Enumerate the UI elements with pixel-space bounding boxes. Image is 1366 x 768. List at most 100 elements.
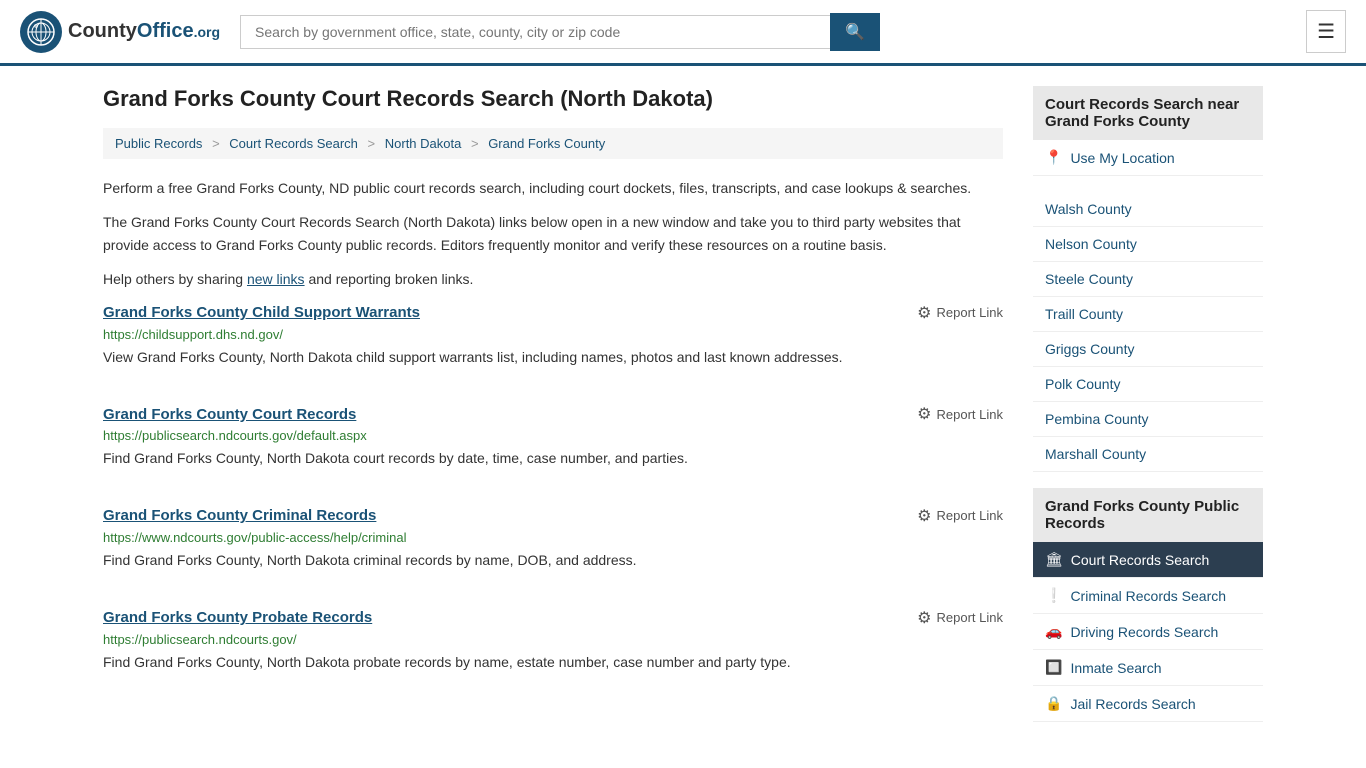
county-link[interactable]: Polk County [1033, 367, 1263, 401]
report-label: Report Link [937, 407, 1003, 422]
description-1: Perform a free Grand Forks County, ND pu… [103, 177, 1003, 199]
new-links-link[interactable]: new links [247, 271, 305, 287]
header-right: ☰ [1296, 10, 1346, 53]
result-description: View Grand Forks County, North Dakota ch… [103, 347, 1003, 369]
description-3-prefix: Help others by sharing [103, 271, 247, 287]
nearby-counties-list: 📍 Use My Location [1033, 140, 1263, 176]
result-description: Find Grand Forks County, North Dakota pr… [103, 652, 1003, 674]
county-link[interactable]: Pembina County [1033, 402, 1263, 436]
use-location-item[interactable]: 📍 Use My Location [1033, 140, 1263, 176]
county-link[interactable]: Marshall County [1033, 437, 1263, 471]
result-title-link[interactable]: Grand Forks County Court Records [103, 406, 356, 423]
records-list-item[interactable]: 🔲 Inmate Search [1033, 650, 1263, 686]
records-list-item[interactable]: ❕ Criminal Records Search [1033, 578, 1263, 614]
use-location-link[interactable]: 📍 Use My Location [1033, 140, 1263, 175]
records-icon: ❕ [1045, 587, 1062, 604]
result-title-link[interactable]: Grand Forks County Criminal Records [103, 507, 376, 524]
result-title-row: Grand Forks County Probate Records ⚙ Rep… [103, 608, 1003, 628]
main-container: Grand Forks County Court Records Search … [83, 66, 1283, 742]
breadcrumb-grand-forks[interactable]: Grand Forks County [488, 136, 605, 151]
result-url[interactable]: https://publicsearch.ndcourts.gov/defaul… [103, 428, 1003, 443]
site-logo-icon [20, 11, 62, 53]
site-name: CountyOffice.org [68, 20, 220, 43]
logo-area: CountyOffice.org [20, 11, 220, 53]
county-list-item[interactable]: Traill County [1033, 297, 1263, 332]
county-link[interactable]: Traill County [1033, 297, 1263, 331]
sidebar: Court Records Search near Grand Forks Co… [1033, 86, 1263, 722]
report-label: Report Link [937, 305, 1003, 320]
records-link[interactable]: 🔒 Jail Records Search [1033, 686, 1263, 721]
result-item: Grand Forks County Child Support Warrant… [103, 303, 1003, 377]
result-title-link[interactable]: Grand Forks County Probate Records [103, 609, 372, 626]
result-item: Grand Forks County Probate Records ⚙ Rep… [103, 608, 1003, 682]
result-description: Find Grand Forks County, North Dakota cr… [103, 550, 1003, 572]
records-link[interactable]: 🔲 Inmate Search [1033, 650, 1263, 685]
breadcrumb-sep-1: > [212, 136, 220, 151]
county-link[interactable]: Walsh County [1033, 192, 1263, 226]
records-label: Driving Records Search [1070, 624, 1218, 640]
result-title-row: Grand Forks County Child Support Warrant… [103, 303, 1003, 323]
result-item: Grand Forks County Criminal Records ⚙ Re… [103, 506, 1003, 580]
county-list-item[interactable]: Walsh County [1033, 192, 1263, 227]
result-url[interactable]: https://childsupport.dhs.nd.gov/ [103, 327, 1003, 342]
menu-button[interactable]: ☰ [1306, 10, 1346, 53]
result-url[interactable]: https://www.ndcourts.gov/public-access/h… [103, 530, 1003, 545]
records-list-item[interactable]: 🚗 Driving Records Search [1033, 614, 1263, 650]
report-link[interactable]: ⚙ Report Link [917, 404, 1003, 424]
counties-list: Walsh CountyNelson CountySteele CountyTr… [1033, 192, 1263, 472]
breadcrumb: Public Records > Court Records Search > … [103, 128, 1003, 159]
report-label: Report Link [937, 508, 1003, 523]
result-description: Find Grand Forks County, North Dakota co… [103, 448, 1003, 470]
result-item: Grand Forks County Court Records ⚙ Repor… [103, 404, 1003, 478]
county-link[interactable]: Griggs County [1033, 332, 1263, 366]
county-list-item[interactable]: Pembina County [1033, 402, 1263, 437]
records-icon: 🏛 [1045, 551, 1063, 568]
page-title: Grand Forks County Court Records Search … [103, 86, 1003, 112]
records-list-item[interactable]: 🔒 Jail Records Search [1033, 686, 1263, 722]
county-list-item[interactable]: Marshall County [1033, 437, 1263, 472]
description-3: Help others by sharing new links and rep… [103, 268, 1003, 290]
records-label: Jail Records Search [1070, 696, 1195, 712]
report-icon: ⚙ [917, 506, 931, 526]
report-label: Report Link [937, 610, 1003, 625]
records-label: Inmate Search [1070, 660, 1161, 676]
records-label: Court Records Search [1071, 552, 1210, 568]
search-input[interactable] [240, 15, 830, 49]
county-list-item[interactable]: Steele County [1033, 262, 1263, 297]
report-icon: ⚙ [917, 404, 931, 424]
records-icon: 🚗 [1045, 623, 1062, 640]
records-icon: 🔒 [1045, 695, 1062, 712]
records-link[interactable]: 🏛 Court Records Search [1033, 542, 1263, 577]
county-list-item[interactable]: Nelson County [1033, 227, 1263, 262]
report-link[interactable]: ⚙ Report Link [917, 303, 1003, 323]
records-link[interactable]: ❕ Criminal Records Search [1033, 578, 1263, 613]
report-icon: ⚙ [917, 608, 931, 628]
county-list-item[interactable]: Polk County [1033, 367, 1263, 402]
public-records-list: 🏛 Court Records Search ❕ Criminal Record… [1033, 542, 1263, 722]
description-2: The Grand Forks County Court Records Sea… [103, 211, 1003, 256]
pin-icon: 📍 [1045, 149, 1062, 166]
breadcrumb-north-dakota[interactable]: North Dakota [385, 136, 462, 151]
result-url[interactable]: https://publicsearch.ndcourts.gov/ [103, 632, 1003, 647]
county-link[interactable]: Nelson County [1033, 227, 1263, 261]
use-location-label: Use My Location [1070, 150, 1174, 166]
result-title-link[interactable]: Grand Forks County Child Support Warrant… [103, 304, 420, 321]
county-list-item[interactable]: Griggs County [1033, 332, 1263, 367]
nearby-section-title: Court Records Search near Grand Forks Co… [1033, 86, 1263, 140]
report-link[interactable]: ⚙ Report Link [917, 506, 1003, 526]
records-list-item[interactable]: 🏛 Court Records Search [1033, 542, 1263, 578]
breadcrumb-sep-2: > [368, 136, 376, 151]
breadcrumb-sep-3: > [471, 136, 479, 151]
records-link[interactable]: 🚗 Driving Records Search [1033, 614, 1263, 649]
search-button[interactable]: 🔍 [830, 13, 880, 51]
report-link[interactable]: ⚙ Report Link [917, 608, 1003, 628]
search-area: 🔍 [240, 13, 880, 51]
description-3-suffix: and reporting broken links. [305, 271, 474, 287]
county-link[interactable]: Steele County [1033, 262, 1263, 296]
header: CountyOffice.org 🔍 ☰ [0, 0, 1366, 66]
records-label: Criminal Records Search [1070, 588, 1226, 604]
breadcrumb-public-records[interactable]: Public Records [115, 136, 202, 151]
result-title-row: Grand Forks County Court Records ⚙ Repor… [103, 404, 1003, 424]
results-list: Grand Forks County Child Support Warrant… [103, 303, 1003, 682]
breadcrumb-court-records[interactable]: Court Records Search [229, 136, 358, 151]
